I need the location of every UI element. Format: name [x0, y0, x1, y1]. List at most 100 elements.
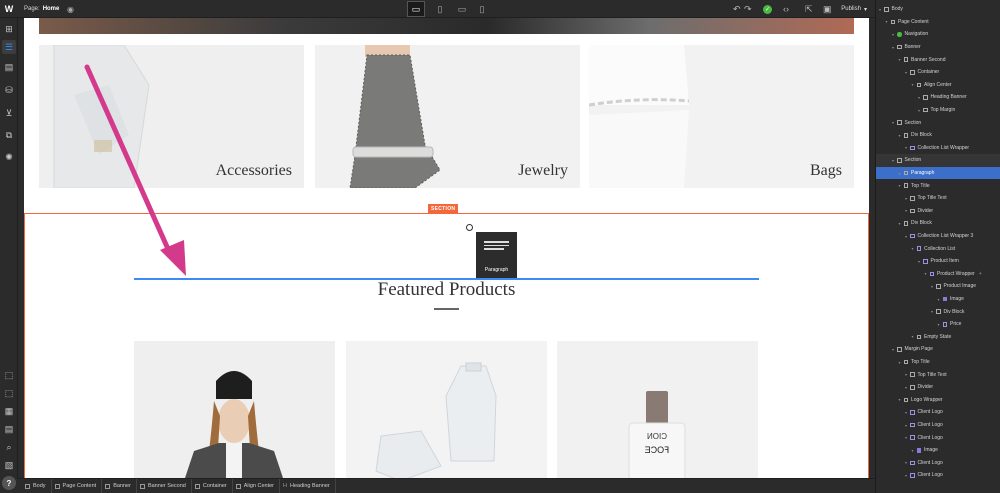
- navigator-item-label: Product Wrapper: [937, 270, 975, 277]
- navigator-item-label: Product Item: [930, 258, 959, 265]
- mobile-landscape-icon[interactable]: ▭: [453, 1, 471, 17]
- product-image: [346, 341, 547, 478]
- grid-icon[interactable]: ▦: [2, 404, 16, 418]
- page-prefix: Page:: [24, 6, 40, 12]
- navigator-item[interactable]: ▾ Page Content: [876, 16, 1000, 29]
- navigator-item[interactable]: ▾ Body: [876, 3, 1000, 16]
- navigator-item[interactable]: ▾ Client Logo: [876, 431, 1000, 444]
- breadcrumb-item[interactable]: Body: [22, 478, 52, 493]
- design-canvas[interactable]: Accessories Jewelry Bags SECTION Paragra…: [24, 18, 869, 478]
- collection-icon: [910, 422, 915, 428]
- navigator-item[interactable]: ▾ Logo Wrapper: [876, 394, 1000, 407]
- symbols-icon[interactable]: ⧉: [2, 128, 16, 142]
- navigator-item[interactable]: ▾ Div Block: [876, 129, 1000, 142]
- category-label: Accessories: [215, 162, 292, 179]
- page-selector[interactable]: Page: Home: [24, 0, 59, 18]
- undo-icon[interactable]: ↶: [733, 0, 741, 18]
- navigator-item[interactable]: ▾ Product Image: [876, 280, 1000, 293]
- navigator-item[interactable]: ▾ Top Title Text: [876, 192, 1000, 205]
- select-icon[interactable]: ⬚: [2, 368, 16, 382]
- breadcrumb-item[interactable]: H Heading Banner: [280, 478, 336, 493]
- cms-icon[interactable]: ⛁: [2, 83, 16, 97]
- navigator-item[interactable]: ▾ Collection List: [876, 242, 1000, 255]
- navigator-item[interactable]: ▾ Client Logo: [876, 469, 1000, 482]
- navigator-item[interactable]: ▾ Paragraph: [876, 166, 1000, 180]
- section-tag: SECTION: [428, 204, 459, 214]
- navigator-item-label: Margin Page: [904, 346, 933, 353]
- navigator-item[interactable]: ▾ Client Logo: [876, 419, 1000, 432]
- category-label: Bags: [810, 162, 842, 179]
- navigator-item[interactable]: ▾ Product Item: [876, 255, 1000, 268]
- drag-paragraph-ghost[interactable]: Paragraph: [476, 232, 517, 278]
- category-card-bags[interactable]: Bags: [589, 45, 854, 188]
- navigator-item[interactable]: ▾ Navigation: [876, 28, 1000, 41]
- webflow-logo[interactable]: W: [4, 0, 14, 18]
- product-card-beanie[interactable]: [134, 341, 335, 478]
- navigator-item[interactable]: ▾ Top Title Text: [876, 368, 1000, 381]
- element-box-icon: [903, 397, 908, 403]
- collection-icon: [923, 259, 928, 264]
- xray-icon[interactable]: ⬚: [2, 386, 16, 400]
- help-icon[interactable]: ?: [2, 476, 16, 490]
- assets-icon[interactable]: ▧: [2, 458, 16, 472]
- navigator-item[interactable]: ▾ Image: [876, 444, 1000, 457]
- add-child-icon[interactable]: +: [979, 271, 982, 277]
- element-icon: [194, 483, 200, 489]
- navigator-item[interactable]: ▾ Product Wrapper +: [876, 268, 1000, 281]
- navigator-item[interactable]: ▾ Collection List Wrapper 3: [876, 230, 1000, 243]
- pages-icon[interactable]: ▤: [2, 60, 16, 74]
- image-element-icon: [916, 448, 921, 453]
- navigator-item[interactable]: ▾ Divider: [876, 381, 1000, 394]
- tablet-icon[interactable]: ▯: [431, 1, 449, 17]
- element-box-icon: [897, 120, 902, 125]
- navigator-item[interactable]: ▾ Top Title: [876, 179, 1000, 192]
- navigator-item[interactable]: ▾ Client Logo: [876, 406, 1000, 419]
- settings-icon[interactable]: ✺: [2, 150, 16, 164]
- navigator-item[interactable]: ▾ Client Logo: [876, 457, 1000, 470]
- navigator-item[interactable]: ▾ Div Block: [876, 217, 1000, 230]
- navigator-item[interactable]: ▾ Div Block: [876, 305, 1000, 318]
- product-card-perfume[interactable]: ИОIƆ ƎƆOꟻ: [557, 341, 758, 478]
- navigator-item[interactable]: ▾ Collection List Wrapper: [876, 142, 1000, 155]
- breadcrumb-item[interactable]: Banner: [102, 478, 137, 493]
- navigator-item[interactable]: ▾ Banner Second: [876, 53, 1000, 66]
- navigator-item[interactable]: ▾ Align Center: [876, 79, 1000, 92]
- navigator-item[interactable]: ▾ Top Title: [876, 356, 1000, 369]
- navigator-item[interactable]: ▾ Section: [876, 154, 1000, 167]
- featured-products-heading[interactable]: Featured Products: [24, 279, 869, 301]
- breadcrumb-item[interactable]: Container: [192, 478, 233, 493]
- breadcrumb-item[interactable]: Align Center: [233, 478, 280, 493]
- navigator-item[interactable]: ▾ Margin Page: [876, 343, 1000, 356]
- navigator-item-label: Top Margin: [930, 107, 956, 114]
- mobile-portrait-icon[interactable]: ▯: [473, 1, 491, 17]
- redo-icon[interactable]: ↷: [744, 0, 752, 18]
- code-export-icon[interactable]: ‹›: [783, 0, 789, 18]
- product-card-glass[interactable]: [346, 341, 547, 478]
- search-icon[interactable]: ⌕: [2, 440, 16, 454]
- navigator-item[interactable]: ▾ Empty State: [876, 331, 1000, 344]
- navigator-item[interactable]: ▾ Image: [876, 293, 1000, 306]
- breadcrumb-item[interactable]: Page Content: [52, 478, 103, 493]
- preview-mode-icon[interactable]: ▣: [823, 0, 832, 18]
- category-card-jewelry[interactable]: Jewelry: [315, 45, 580, 188]
- add-icon[interactable]: ⊞: [2, 22, 16, 36]
- desktop-icon[interactable]: ▭: [407, 1, 425, 17]
- breadcrumb-item[interactable]: Banner Second: [137, 478, 192, 493]
- designer-app: W Page: Home ◉ ▭ ▯ ▭ ▯ ↶ ↷ ✓ ‹› ⇱ ▣ Publ…: [0, 0, 1000, 493]
- navigator-panel: ▾ Body ▾ Page Content ▾ Navigation ▾ Banner ▾ Ban…: [875, 0, 1000, 493]
- ecommerce-icon[interactable]: ⊻: [2, 106, 16, 120]
- navigator-item[interactable]: ▾ Section: [876, 116, 1000, 129]
- category-card-accessories[interactable]: Accessories: [39, 45, 304, 188]
- element-box-icon: [903, 57, 908, 62]
- publish-button[interactable]: Publish ▾: [841, 0, 867, 18]
- navigator-item[interactable]: ▾ Banner: [876, 41, 1000, 54]
- navigator-item[interactable]: ▾ Heading Banner: [876, 91, 1000, 104]
- share-icon[interactable]: ⇱: [805, 0, 813, 18]
- audit-icon[interactable]: ▤: [2, 422, 16, 436]
- navigator-item[interactable]: ▾ Container: [876, 66, 1000, 79]
- navigator-icon[interactable]: ☰: [2, 40, 16, 54]
- navigator-item[interactable]: ▾ Divider: [876, 205, 1000, 218]
- navigator-item[interactable]: ▾ Price: [876, 318, 1000, 331]
- preview-eye-icon[interactable]: ◉: [67, 0, 74, 18]
- navigator-item[interactable]: ▾ Top Margin: [876, 104, 1000, 117]
